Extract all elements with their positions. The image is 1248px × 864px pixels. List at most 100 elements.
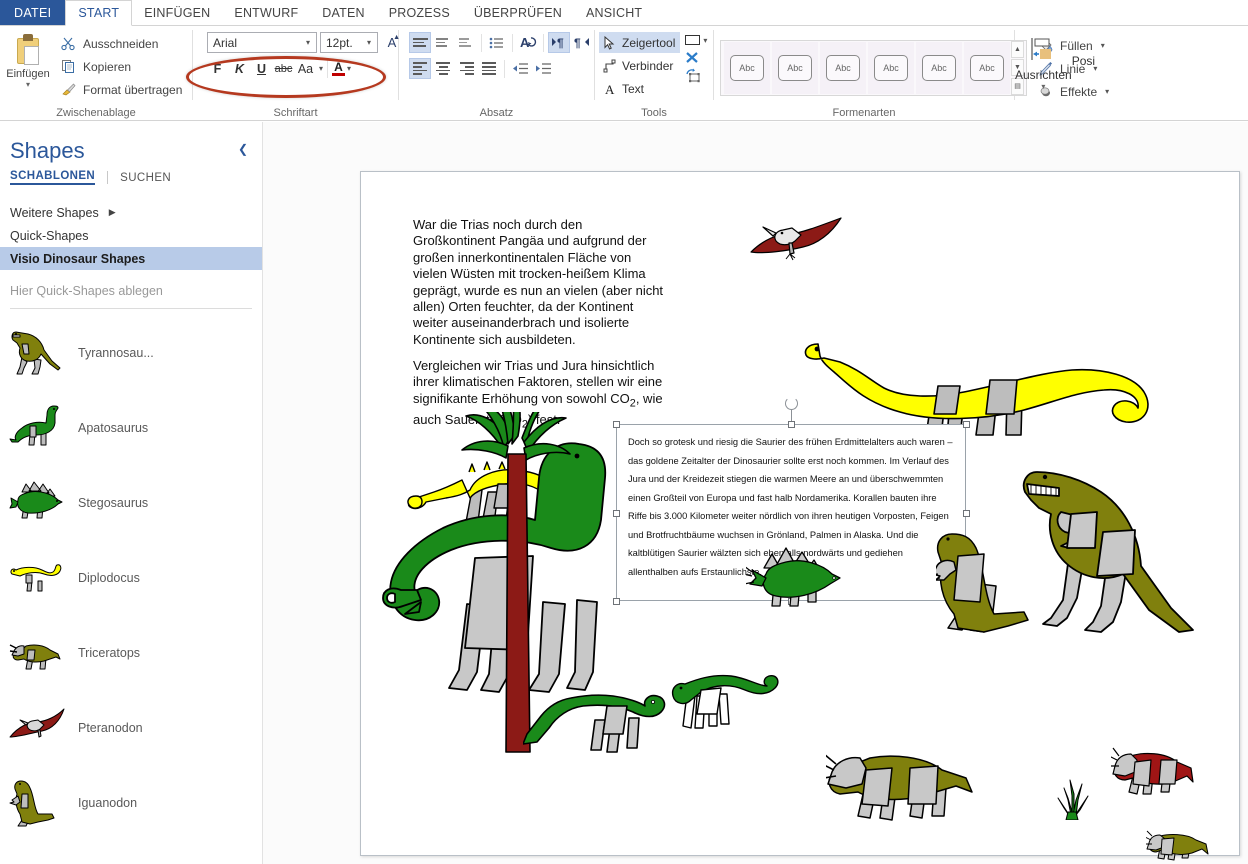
quick-shapes-row[interactable]: Quick-Shapes: [0, 224, 262, 247]
rtl-direction-button[interactable]: ¶: [571, 32, 593, 53]
paragraph-group-label: Absatz: [479, 107, 514, 119]
font-color-button[interactable]: A ▾: [332, 61, 351, 76]
stencil-item-list: Tyrannosau... Apatosaurus Stegosaurus Di…: [0, 309, 262, 840]
chevron-down-icon[interactable]: ▾: [319, 64, 323, 73]
stencil-item-apatosaurus[interactable]: Apatosaurus: [0, 390, 262, 465]
figure-triceratops-red[interactable]: [1111, 744, 1201, 802]
shape-styles-gallery[interactable]: Abc Abc Abc Abc Abc Abc ▲ ▼ ▤: [720, 39, 1027, 96]
decrease-indent-button[interactable]: [509, 58, 531, 79]
stencil-item-triceratops[interactable]: Triceratops: [0, 615, 262, 690]
pointer-group-tool-button[interactable]: [684, 68, 707, 83]
shape-style-thumb-label: Abc: [778, 54, 812, 81]
bullets-button[interactable]: [486, 32, 508, 53]
canvas-text-block-1[interactable]: War die Trias noch durch den Großkontine…: [413, 217, 668, 348]
tab-datei[interactable]: DATEI: [0, 0, 66, 26]
font-name-combo[interactable]: Arial ▾: [207, 32, 317, 53]
cursor-arrow-icon: [602, 35, 617, 50]
pointer-tool-label: Zeigertool: [622, 35, 676, 50]
chevron-down-icon[interactable]: ▾: [1041, 83, 1045, 91]
strikethrough-button[interactable]: abc: [273, 58, 294, 79]
tab-prozess[interactable]: PROZESS: [377, 0, 462, 26]
justify-button[interactable]: [478, 58, 500, 79]
italic-button[interactable]: K: [229, 58, 250, 79]
stencil-visio-dinosaur-shapes[interactable]: Visio Dinosaur Shapes: [0, 247, 262, 270]
figure-triceratops-olive[interactable]: [826, 742, 981, 827]
stencil-item-tyrannosaurus[interactable]: Tyrannosau...: [0, 315, 262, 390]
align-top-button[interactable]: [409, 32, 431, 53]
figure-stegosaurus-green[interactable]: [746, 544, 851, 614]
align-icon: [1026, 36, 1060, 68]
underline-button[interactable]: U: [251, 58, 272, 79]
position-shapes-button[interactable]: Posi: [1072, 32, 1095, 68]
tab-ueberpruefen[interactable]: ÜBERPRÜFEN: [462, 0, 574, 26]
divider: [481, 33, 482, 52]
resize-handle-n[interactable]: [788, 421, 795, 428]
tab-entwurf[interactable]: ENTWURF: [222, 0, 310, 26]
align-shapes-button[interactable]: Ausrichten ▾: [1015, 32, 1072, 91]
paste-label: Einfügen: [6, 68, 50, 80]
stencil-item-diplodocus[interactable]: Diplodocus: [0, 540, 262, 615]
copy-label: Kopieren: [83, 59, 132, 74]
figure-diplodocus-green[interactable]: [671, 670, 786, 738]
figure-grass-tuft[interactable]: [1056, 776, 1090, 820]
figure-triceratops-small-olive[interactable]: [1146, 828, 1211, 864]
figure-tyrannosaurus-olive[interactable]: [1021, 460, 1211, 645]
tab-start[interactable]: START: [65, 0, 133, 26]
stencil-item-iguanodon[interactable]: Iguanodon: [0, 765, 262, 840]
tab-ansicht[interactable]: ANSICHT: [574, 0, 654, 26]
increase-indent-button[interactable]: [532, 58, 554, 79]
figure-iguanodon-olive[interactable]: [936, 526, 1031, 641]
figure-hadrosaur-green[interactable]: [523, 672, 683, 762]
drawing-canvas-area[interactable]: War die Trias noch durch den Großkontine…: [263, 122, 1248, 864]
bold-button[interactable]: F: [207, 58, 228, 79]
drawing-page[interactable]: War die Trias noch durch den Großkontine…: [360, 171, 1240, 861]
font-size-combo[interactable]: 12pt. ▾: [320, 32, 378, 53]
ltr-direction-button[interactable]: ¶: [548, 32, 570, 53]
text-direction-button[interactable]: A: [517, 32, 539, 53]
stencil-item-stegosaurus[interactable]: Stegosaurus: [0, 465, 262, 540]
tab-suchen[interactable]: SUCHEN: [120, 172, 171, 184]
change-case-button[interactable]: Aa: [295, 58, 316, 79]
rectangle-tool-button[interactable]: [684, 33, 701, 47]
resize-handle-ne[interactable]: [963, 421, 970, 428]
stencil-item-pteranodon[interactable]: Pteranodon: [0, 690, 262, 765]
tab-underline: [0, 25, 1248, 26]
shape-style-thumb[interactable]: Abc: [916, 41, 962, 94]
align-center-button[interactable]: [432, 58, 454, 79]
chevron-down-icon[interactable]: ▾: [26, 81, 30, 89]
shape-style-thumb[interactable]: Abc: [820, 41, 866, 94]
copy-button[interactable]: Kopieren: [56, 56, 186, 77]
align-middle-button[interactable]: [432, 32, 454, 53]
active-stencil-label: Visio Dinosaur Shapes: [10, 251, 146, 266]
tab-schablonen[interactable]: SCHABLONEN: [10, 170, 96, 185]
pointer-tool-button[interactable]: Zeigertool: [599, 32, 681, 53]
chevron-right-icon[interactable]: ▶: [109, 207, 116, 218]
more-shapes-row[interactable]: Weitere Shapes ▶: [0, 201, 262, 224]
text-tool-button[interactable]: A Text: [599, 78, 680, 99]
chevron-down-icon[interactable]: ▾: [347, 64, 351, 73]
shape-style-thumb[interactable]: Abc: [868, 41, 914, 94]
tab-einfuegen[interactable]: EINFÜGEN: [132, 0, 222, 26]
shape-style-thumb[interactable]: Abc: [964, 41, 1010, 94]
chevron-down-icon[interactable]: ▾: [363, 38, 375, 47]
tab-daten[interactable]: DATEN: [310, 0, 376, 26]
chevron-down-icon[interactable]: ▾: [302, 38, 314, 47]
connector-tool-button[interactable]: Verbinder: [599, 55, 680, 76]
divider: [504, 59, 505, 78]
align-bottom-button[interactable]: [455, 32, 477, 53]
chevron-down-icon[interactable]: ▾: [703, 36, 707, 45]
align-left-button[interactable]: [409, 58, 431, 79]
position-label: Posi: [1071, 54, 1096, 68]
text-tool-label: Text: [622, 81, 645, 96]
shape-style-thumb[interactable]: Abc: [724, 41, 770, 94]
shape-style-thumb[interactable]: Abc: [772, 41, 818, 94]
delete-tool-button[interactable]: [684, 50, 707, 65]
figure-pteranodon[interactable]: [749, 216, 844, 262]
align-right-button[interactable]: [455, 58, 477, 79]
format-painter-button[interactable]: Format übertragen: [56, 79, 186, 100]
collapse-panel-button[interactable]: ❮: [238, 142, 248, 156]
cut-button[interactable]: Ausschneiden: [56, 33, 186, 54]
paste-button[interactable]: Einfügen ▾: [0, 30, 56, 89]
resize-handle-nw[interactable]: [613, 421, 620, 428]
resize-handle-e[interactable]: [963, 510, 970, 517]
